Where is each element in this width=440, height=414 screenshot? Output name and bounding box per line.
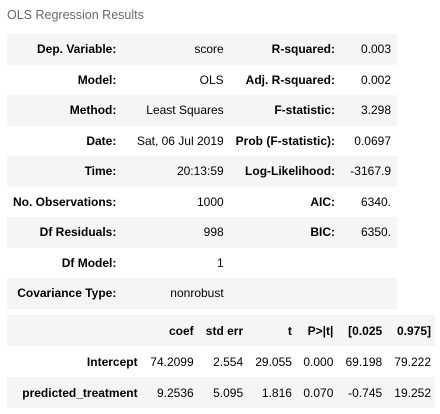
table-header-row: coef std err t P>|t| [0.025 0.975] xyxy=(7,315,435,346)
table-row: No. Observations: 1000 AIC: 6340. xyxy=(7,187,397,218)
summary-value: 1000 xyxy=(196,194,224,209)
summary-label: Log-Likelihood: xyxy=(229,156,342,187)
summary-value: 998 xyxy=(122,217,230,248)
row-label: predicted_treatment xyxy=(7,377,142,408)
summary-label: Time: xyxy=(7,156,123,187)
summary-label: Date: xyxy=(86,133,117,148)
p-value-cell: 0.000 xyxy=(303,354,334,369)
coef-cell: 9.2536 xyxy=(141,377,198,408)
summary-label: AIC: xyxy=(310,194,336,209)
ci-upper-cell: 19.252 xyxy=(386,377,435,408)
ci-upper-cell: 79.222 xyxy=(394,354,431,369)
summary-value: Least Squares xyxy=(122,95,230,126)
column-header: coef xyxy=(141,315,198,346)
summary-value: 3.298 xyxy=(341,95,397,126)
summary-label: Df Model: xyxy=(61,255,117,270)
summary-value: 20:13:59 xyxy=(122,156,230,187)
table-row: Covariance Type: nonrobust xyxy=(7,278,397,309)
summary-value: 6340. xyxy=(360,194,391,209)
summary-value: -3167.9 xyxy=(341,156,397,187)
table-row: Method: Least Squares F-statistic: 3.298 xyxy=(7,95,397,126)
summary-label: Adj. R-squared: xyxy=(245,72,336,87)
summary-value: Sat, 06 Jul 2019 xyxy=(136,133,224,148)
row-label: Intercept xyxy=(86,354,138,369)
table-caption: OLS Regression Results xyxy=(7,8,144,22)
table-row: Intercept 74.2099 2.554 29.055 0.000 69.… xyxy=(7,346,435,377)
table-row: Df Residuals: 998 BIC: 6350. xyxy=(7,217,397,248)
table-row: predicted_treatment 9.2536 5.095 1.816 0… xyxy=(7,377,435,408)
ci-lower-cell: 69.198 xyxy=(345,354,383,369)
model-summary-table: Dep. Variable: score R-squared: 0.003 Mo… xyxy=(7,34,397,309)
coef-cell: 74.2099 xyxy=(150,354,194,369)
p-value-cell: 0.070 xyxy=(295,377,338,408)
summary-label: R-squared: xyxy=(229,34,342,65)
std-err-cell: 5.095 xyxy=(197,377,248,408)
summary-value: 1 xyxy=(216,255,224,270)
summary-value xyxy=(341,278,397,309)
table-row: Date: Sat, 06 Jul 2019 Prob (F-statistic… xyxy=(7,126,397,157)
ci-lower-cell: -0.745 xyxy=(337,377,387,408)
summary-label: BIC: xyxy=(229,217,342,248)
summary-label: Dep. Variable: xyxy=(7,34,123,65)
column-header: t xyxy=(247,315,296,346)
table-row: Dep. Variable: score R-squared: 0.003 xyxy=(7,34,397,65)
summary-value: 0.0697 xyxy=(354,133,391,148)
summary-label: Covariance Type: xyxy=(7,278,123,309)
table-row: Df Model: 1 xyxy=(7,248,397,279)
summary-label xyxy=(229,278,342,309)
summary-value: 6350. xyxy=(341,217,397,248)
table-row: Time: 20:13:59 Log-Likelihood: -3167.9 xyxy=(7,156,397,187)
table-row: Model: OLS Adj. R-squared: 0.002 xyxy=(7,65,397,96)
summary-label: No. Observations: xyxy=(13,194,117,209)
summary-label: Df Residuals: xyxy=(7,217,123,248)
summary-value: score xyxy=(122,34,230,65)
summary-label xyxy=(230,248,341,279)
summary-label: Prob (F-statistic): xyxy=(235,133,336,148)
t-cell: 29.055 xyxy=(255,354,292,369)
column-header: [0.025 xyxy=(337,315,387,346)
t-cell: 1.816 xyxy=(247,377,296,408)
summary-value: OLS xyxy=(199,72,224,87)
coefficients-table: coef std err t P>|t| [0.025 0.975] Inter… xyxy=(7,315,435,408)
column-header: P>|t| xyxy=(295,315,338,346)
column-header: std err xyxy=(197,315,248,346)
summary-value: nonrobust xyxy=(122,278,230,309)
summary-label: Model: xyxy=(77,72,117,87)
column-header: 0.975] xyxy=(386,315,435,346)
std-err-cell: 2.554 xyxy=(213,354,244,369)
summary-value: 0.002 xyxy=(360,72,391,87)
column-header xyxy=(7,315,142,346)
summary-label: F-statistic: xyxy=(229,95,342,126)
summary-value xyxy=(341,248,397,279)
summary-label: Method: xyxy=(7,95,123,126)
summary-value: 0.003 xyxy=(341,34,397,65)
